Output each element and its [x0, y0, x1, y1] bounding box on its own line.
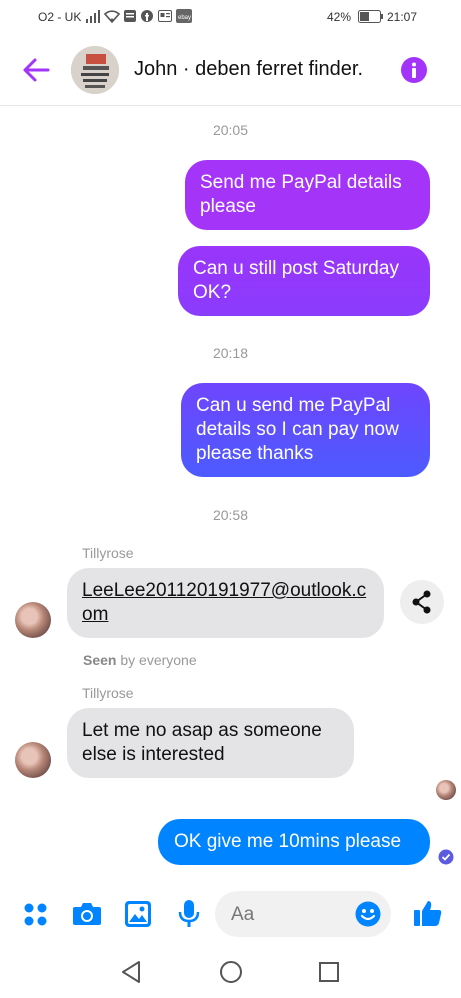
share-icon	[412, 590, 431, 614]
message-notification-icon	[124, 10, 136, 22]
delivered-check-icon	[438, 849, 454, 865]
conversation-title[interactable]: John · deben ferret finder.	[134, 58, 363, 81]
news-notification-icon	[158, 10, 172, 22]
share-button[interactable]	[400, 580, 444, 624]
nav-recents-icon[interactable]	[318, 961, 340, 983]
system-nav-bar	[0, 946, 461, 998]
thumbs-up-icon[interactable]	[413, 898, 443, 928]
message-input[interactable]: Aa	[215, 891, 391, 937]
composer-bar: Aa	[0, 882, 461, 946]
timestamp: 20:58	[212, 507, 249, 523]
conversation-header: John · deben ferret finder.	[0, 34, 461, 106]
sender-avatar[interactable]	[15, 602, 51, 638]
emoji-icon[interactable]	[355, 901, 381, 927]
nav-home-icon[interactable]	[219, 960, 243, 984]
nav-back-icon[interactable]	[120, 960, 142, 984]
battery-percent: 42%	[327, 10, 352, 24]
incoming-message[interactable]: LeeLee201120191977@outlook.com	[67, 568, 384, 638]
outgoing-message[interactable]: Send me PayPal details please	[185, 160, 430, 230]
sender-name: Tillyrose	[82, 685, 134, 701]
svg-text:ebay: ebay	[178, 15, 191, 21]
signal-icon	[86, 10, 100, 23]
read-receipt-avatar	[436, 780, 456, 800]
incoming-message[interactable]: Let me no asap as someone else is intere…	[67, 708, 354, 778]
message-text: Can u still post Saturday OK?	[193, 258, 399, 303]
outgoing-message[interactable]: Can u send me PayPal details so I can pa…	[181, 383, 430, 477]
gallery-icon[interactable]	[124, 900, 152, 928]
seen-indicator: Seen by everyone	[83, 652, 197, 668]
message-text: Can u send me PayPal details so I can pa…	[196, 395, 399, 464]
back-arrow-icon[interactable]	[22, 57, 50, 83]
timestamp: 20:18	[212, 345, 249, 361]
message-input-placeholder: Aa	[231, 904, 255, 925]
message-text: Let me no asap as someone else is intere…	[82, 720, 322, 765]
outgoing-message[interactable]: Can u still post Saturday OK?	[178, 246, 430, 316]
sender-name: Tillyrose	[82, 545, 134, 561]
outgoing-message[interactable]: OK give me 10mins please	[158, 819, 430, 865]
camera-icon[interactable]	[72, 901, 102, 927]
battery-icon	[358, 10, 383, 23]
info-icon[interactable]	[400, 56, 428, 84]
seen-detail: by everyone	[120, 652, 197, 668]
contact-avatar[interactable]	[71, 46, 119, 94]
status-bar: O2 - UK ebay 42% 21:07	[0, 0, 461, 34]
seen-label: Seen	[83, 652, 117, 668]
microphone-icon[interactable]	[177, 899, 201, 929]
wifi-icon	[104, 10, 120, 23]
sender-avatar[interactable]	[15, 742, 51, 778]
clock: 21:07	[387, 10, 418, 24]
message-text: Send me PayPal details please	[200, 172, 402, 217]
carrier-label: O2 - UK	[38, 10, 82, 24]
ferret-photo-icon	[71, 46, 119, 94]
timestamp: 20:05	[212, 122, 249, 138]
facebook-notification-icon	[141, 10, 153, 22]
message-text: OK give me 10mins please	[174, 831, 402, 852]
email-link[interactable]: LeeLee201120191977@outlook.com	[82, 580, 366, 625]
ebay-notification-icon: ebay	[176, 9, 192, 23]
apps-grid-icon[interactable]	[23, 902, 49, 928]
